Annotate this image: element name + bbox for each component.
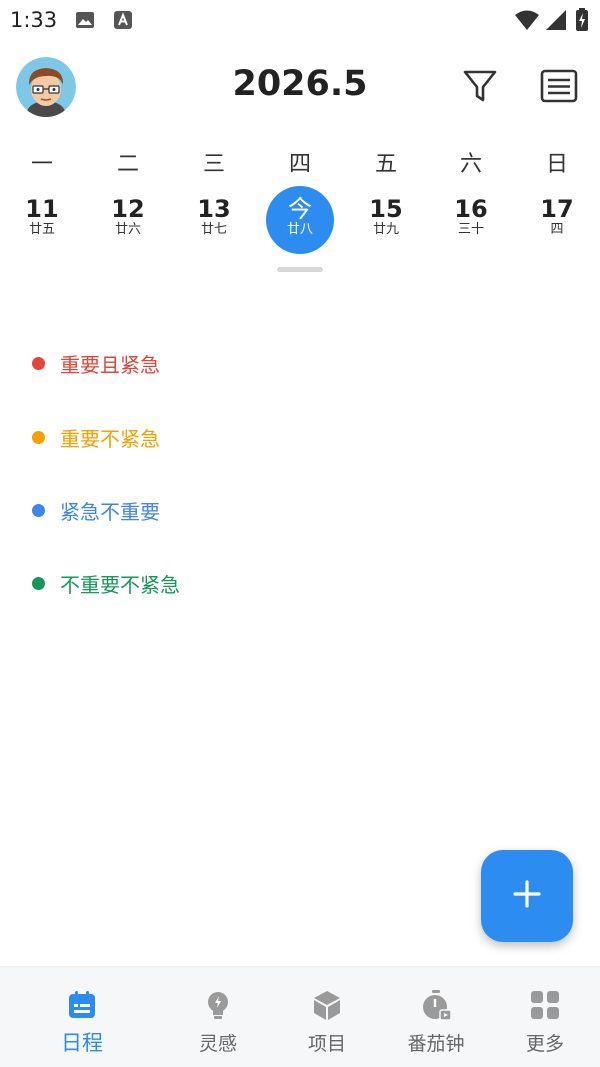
date-cell[interactable]: 13 廿七	[180, 186, 248, 254]
weekday-label: 日	[545, 152, 568, 177]
weekday-label: 四	[288, 152, 311, 177]
date-number: 15	[369, 195, 403, 223]
lunar-date: 廿七	[200, 222, 227, 237]
date-cell[interactable]: 16 三十	[437, 186, 505, 254]
nav-label: 日程	[61, 1031, 103, 1055]
date-cell[interactable]: 17 四	[523, 186, 591, 254]
nav-label: 灵感	[198, 1033, 237, 1055]
page-title[interactable]: 2026.5	[200, 64, 400, 104]
category-not-important-not-urgent[interactable]: 不重要不紧急	[32, 568, 180, 598]
filter-icon	[462, 68, 498, 108]
category-label: 重要不紧急	[60, 426, 160, 451]
category-label: 不重要不紧急	[60, 572, 180, 597]
weekday-label: 一	[30, 152, 53, 177]
nav-label: 番茄钟	[407, 1033, 465, 1055]
cube-icon	[311, 989, 343, 1021]
status-time: 1:33	[10, 8, 58, 32]
calendar-drag-handle[interactable]	[277, 267, 323, 272]
category-dot	[32, 430, 45, 444]
date-number: 今	[288, 195, 312, 223]
image-icon	[75, 10, 95, 34]
date-number: 16	[454, 195, 488, 223]
date-cell[interactable]: 11 廿五	[8, 186, 76, 254]
list-view-button[interactable]	[537, 66, 581, 110]
date-cell[interactable]: 12 廿六	[94, 186, 162, 254]
list-view-icon	[540, 69, 578, 107]
user-avatar[interactable]	[16, 57, 76, 117]
filter-button[interactable]	[458, 66, 502, 110]
wifi-icon	[514, 9, 540, 35]
category-urgent-not-important[interactable]: 紧急不重要	[32, 495, 160, 525]
nav-item-schedule[interactable]: 日程	[27, 967, 137, 1067]
lunar-date: 四	[550, 222, 564, 237]
category-dot	[32, 503, 45, 517]
status-bar: 1:33	[0, 0, 600, 40]
nav-item-project[interactable]: 项目	[272, 967, 382, 1067]
lunar-date: 廿六	[114, 222, 141, 237]
calendar-icon	[66, 989, 98, 1021]
nav-label: 项目	[307, 1033, 346, 1055]
date-number: 11	[25, 195, 59, 223]
category-label: 紧急不重要	[60, 499, 160, 524]
category-urgent-important[interactable]: 重要且紧急	[32, 348, 160, 378]
lunar-date: 廿八	[286, 222, 313, 237]
nav-item-more[interactable]: 更多	[490, 967, 600, 1067]
lunar-date: 廿九	[372, 222, 399, 237]
weekday-label: 二	[116, 152, 139, 177]
timer-icon	[420, 989, 452, 1021]
grid-icon	[529, 989, 561, 1021]
bottom-navigation: 日程 灵感 项目 番茄钟 更多	[0, 966, 600, 1067]
signal-icon	[545, 9, 567, 35]
date-number: 13	[197, 195, 231, 223]
plus-icon	[513, 880, 541, 912]
lightbulb-icon	[202, 989, 234, 1021]
category-important-not-urgent[interactable]: 重要不紧急	[32, 422, 160, 452]
lunar-date: 廿五	[28, 222, 55, 237]
add-button[interactable]	[481, 850, 573, 942]
date-number: 17	[540, 195, 574, 223]
nav-item-inspiration[interactable]: 灵感	[163, 967, 273, 1067]
category-dot	[32, 356, 45, 370]
category-dot	[32, 576, 45, 590]
battery-charging-icon	[575, 8, 589, 36]
nav-label: 更多	[525, 1033, 564, 1055]
weekday-label: 六	[459, 152, 482, 177]
week-dates: 11 廿五 12 廿六 13 廿七 今 廿八 15 廿九 16 三十 17 四	[0, 186, 600, 256]
nav-item-pomodoro[interactable]: 番茄钟	[381, 967, 491, 1067]
weekday-label: 五	[374, 152, 397, 177]
weekday-label: 三	[202, 152, 225, 177]
text-a-icon	[113, 10, 133, 34]
category-label: 重要且紧急	[60, 352, 160, 377]
date-number: 12	[111, 195, 145, 223]
date-cell-today[interactable]: 今 廿八	[266, 186, 334, 254]
lunar-date: 三十	[457, 222, 484, 237]
weekday-header: 一 二 三 四 五 六 日	[0, 146, 600, 177]
date-cell[interactable]: 15 廿九	[352, 186, 420, 254]
